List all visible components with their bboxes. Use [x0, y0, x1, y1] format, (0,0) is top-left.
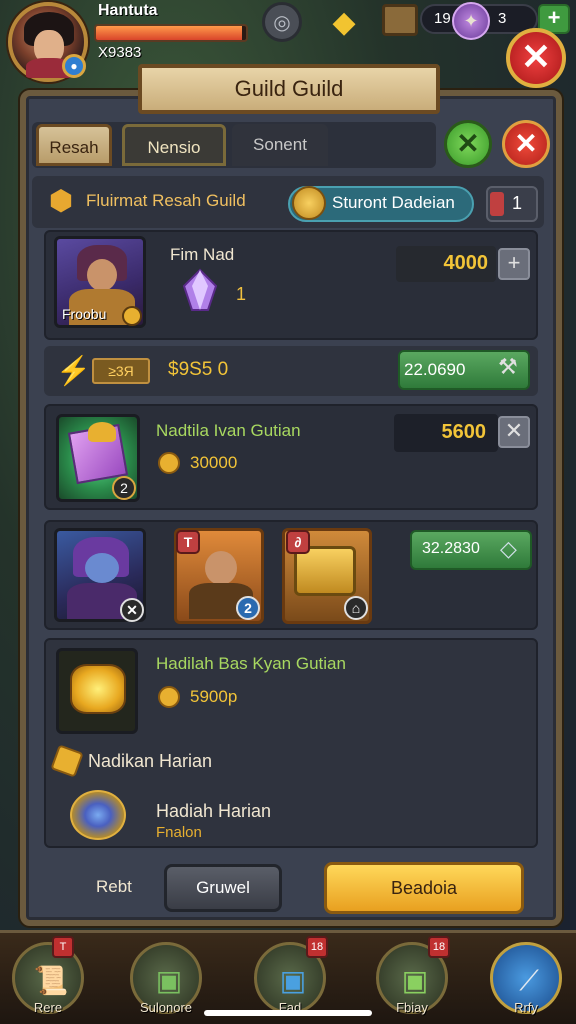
- hero-level-badge: 2: [236, 596, 260, 620]
- hero-portrait-label: Froobu: [62, 306, 107, 322]
- secondary-button[interactable]: Gruwel: [164, 864, 282, 912]
- reward-title: Hadilah Bas Kyan Gutian: [156, 654, 346, 673]
- gift-ribbon-icon: [88, 422, 116, 442]
- avatar-badge-icon: ●: [62, 54, 86, 78]
- chest-icon[interactable]: [382, 4, 418, 36]
- chest-lock-icon: ⌂: [344, 596, 368, 620]
- primary-button[interactable]: Beadoia: [324, 862, 524, 914]
- door-icon: [490, 192, 504, 216]
- purple-crystal-icon: [182, 268, 218, 311]
- footer-label: Rebt: [96, 877, 132, 896]
- add-reward-button[interactable]: +: [498, 248, 530, 280]
- resource-count-2: 3: [498, 10, 507, 27]
- gold-coin-icon: [158, 452, 180, 474]
- expand-reward-button[interactable]: ✕: [498, 416, 530, 448]
- player-id: X9383: [98, 44, 142, 61]
- door-count: 1: [512, 193, 523, 213]
- hero-tier-badge: T: [176, 530, 200, 554]
- magic-orb-icon[interactable]: [70, 790, 126, 840]
- reward-title: Hadiah Harian: [156, 801, 272, 821]
- reward-title: Fim Nad: [170, 245, 235, 264]
- lightning-icon: ⚡: [56, 355, 91, 386]
- nav-badge: 18: [306, 936, 328, 958]
- player-name: Hantuta: [98, 2, 158, 19]
- reward-value: 4000: [443, 252, 489, 274]
- tab-nensio[interactable]: Nensio: [122, 124, 226, 166]
- resource-count-1: 19: [434, 10, 451, 27]
- tools-icon: ⚒: [498, 354, 518, 379]
- reward-quantity: 1: [236, 284, 247, 304]
- gold-gem-icon: [70, 664, 126, 714]
- section-label: Nadikan Harian: [88, 751, 213, 771]
- health-bar: [94, 24, 248, 42]
- reward-amount: 30000: [190, 453, 238, 472]
- coin-icon: [292, 186, 326, 220]
- reward-title: Nadtila Ivan Gutian: [156, 421, 301, 440]
- chest-value: 32.2830: [422, 540, 480, 557]
- hero-coin-icon: [122, 306, 142, 326]
- home-indicator[interactable]: [204, 1010, 372, 1016]
- daily-reward-label: Sturont Dadeian: [332, 193, 455, 212]
- close-window-button[interactable]: ✕: [506, 28, 566, 88]
- panel-title: Guild Guild: [138, 64, 440, 114]
- nav-label: Rrfy: [514, 1000, 538, 1015]
- close-panel-button[interactable]: ✕: [502, 120, 550, 168]
- gift-count-badge: 2: [112, 476, 136, 500]
- gold-coin-icon: [158, 686, 180, 708]
- chest-tier-badge: ∂: [286, 530, 310, 554]
- guild-name: Fluirmat Resah Guild: [86, 191, 246, 210]
- guild-emblem-icon: ⬢: [48, 185, 74, 216]
- confirm-button[interactable]: ✕: [444, 120, 492, 168]
- nav-label: Rere: [33, 1000, 63, 1015]
- tab-resah[interactable]: Resah: [36, 124, 112, 166]
- nav-badge: 18: [428, 936, 450, 958]
- reward-subtitle: Fnalon: [156, 824, 202, 841]
- health-bar-fill: [96, 26, 242, 40]
- hero-badge-icon: ✕: [120, 598, 144, 622]
- spiral-icon[interactable]: ◎: [262, 2, 302, 42]
- nav-badge: T: [52, 936, 74, 958]
- crystal-icon: ✦: [452, 2, 490, 40]
- bonus-value: 22.0690: [404, 360, 466, 379]
- nav-label: Fbiay: [396, 1000, 428, 1015]
- reward-value: 5600: [441, 421, 487, 443]
- reward-amount: 5900p: [190, 687, 238, 706]
- gold-gem-icon[interactable]: ◆: [324, 2, 364, 42]
- nav-label: Sulonore: [139, 1000, 193, 1015]
- bonus-tag: ≥3Я: [92, 358, 150, 384]
- bonus-amount: $9S5 0: [168, 359, 229, 380]
- diamond-icon: ◇: [500, 536, 517, 561]
- tab-sonent[interactable]: Sonent: [232, 124, 328, 166]
